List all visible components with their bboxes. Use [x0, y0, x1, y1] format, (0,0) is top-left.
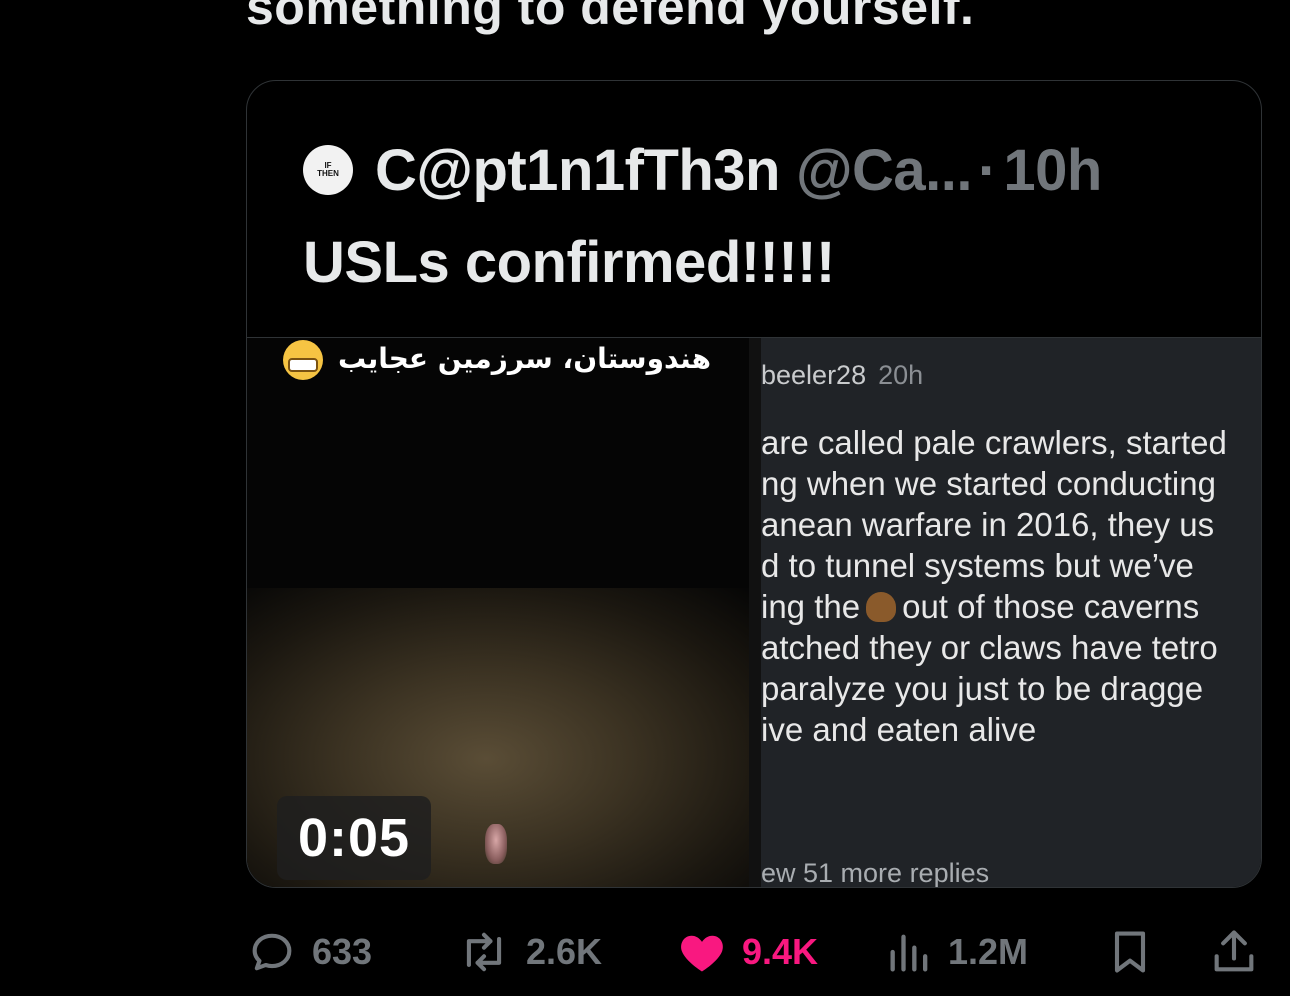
screenshot-username: beeler28 20h	[761, 360, 923, 391]
reply-button[interactable]: 633	[246, 920, 372, 984]
grimace-teeth	[288, 358, 318, 372]
display-name[interactable]: C@pt1n1fTh3n	[375, 137, 780, 204]
screenshot-line: d to tunnel systems but we’ve	[761, 547, 1194, 584]
like-button[interactable]: 9.4K	[676, 920, 818, 984]
poop-emoji-icon	[866, 592, 897, 622]
image-screenshot[interactable]: beeler28 20h are called pale crawlers, st…	[761, 338, 1261, 888]
media-divider	[749, 338, 761, 887]
avatar-text-bottom: THEN	[317, 169, 339, 178]
repost-icon	[456, 926, 512, 978]
tweet-action-bar: 633 2.6K 9.4K 1.2M	[246, 920, 1262, 984]
timestamp[interactable]: 10h	[1003, 137, 1102, 204]
share-button[interactable]	[1210, 920, 1258, 984]
views-button[interactable]: 1.2M	[886, 920, 1028, 984]
quoted-tweet-text: USLs confirmed!!!!!	[303, 230, 835, 295]
video-overlay-caption: هندوستان، سرزمین عجایب	[338, 342, 711, 375]
video-duration-badge: 0:05	[277, 796, 431, 880]
quoted-tweet-header: IF THEN C@pt1n1fTh3n @Ca... · 10h	[303, 135, 1102, 205]
screenshot-line: atched they or claws have tetro	[761, 629, 1218, 666]
heart-icon	[676, 926, 728, 978]
separator-dot: ·	[978, 137, 998, 203]
reply-icon	[246, 926, 298, 978]
tweet-text: something to defend yourself.	[246, 0, 975, 35]
screenshot-more-replies: ew 51 more replies	[761, 858, 990, 888]
screenshot-time: 20h	[878, 360, 924, 390]
repost-count: 2.6K	[526, 931, 603, 972]
reply-count: 633	[312, 931, 373, 972]
screenshot-line-part: ing the	[761, 588, 861, 625]
video-player[interactable]: هندوستان، سرزمین عجایب 0:05	[247, 338, 749, 887]
like-count: 9.4K	[742, 931, 819, 972]
screenshot-line: are called pale crawlers, started	[761, 424, 1227, 461]
screenshot-line: ing the out of those caverns	[761, 586, 1261, 627]
media-grid: هندوستان، سرزمین عجایب 0:05 beeler28 20h …	[247, 337, 1261, 888]
screenshot-line: anean warfare in 2016, they us	[761, 506, 1215, 543]
screenshot-line-part: out of those caverns	[902, 588, 1200, 625]
screenshot-username-text: beeler28	[761, 360, 867, 390]
video-frame-figure	[485, 824, 507, 864]
screenshot-line: paralyze you just to be dragge	[761, 670, 1204, 707]
screenshot-line: ive and eaten alive	[761, 711, 1037, 748]
analytics-icon	[886, 926, 934, 978]
repost-button[interactable]: 2.6K	[456, 920, 602, 984]
views-count: 1.2M	[948, 931, 1029, 972]
share-icon	[1210, 926, 1258, 978]
quoted-tweet-card[interactable]: IF THEN C@pt1n1fTh3n @Ca... · 10h USLs c…	[246, 80, 1262, 888]
user-handle[interactable]: @Ca...	[796, 137, 973, 204]
bookmark-button[interactable]	[1106, 920, 1154, 984]
bookmark-icon	[1106, 926, 1154, 978]
screenshot-comment-text: are called pale crawlers, started ng whe…	[761, 422, 1261, 750]
avatar[interactable]: IF THEN	[303, 145, 353, 195]
screenshot-line: ng when we started conducting	[761, 465, 1216, 502]
grimace-emoji-icon	[283, 340, 323, 380]
